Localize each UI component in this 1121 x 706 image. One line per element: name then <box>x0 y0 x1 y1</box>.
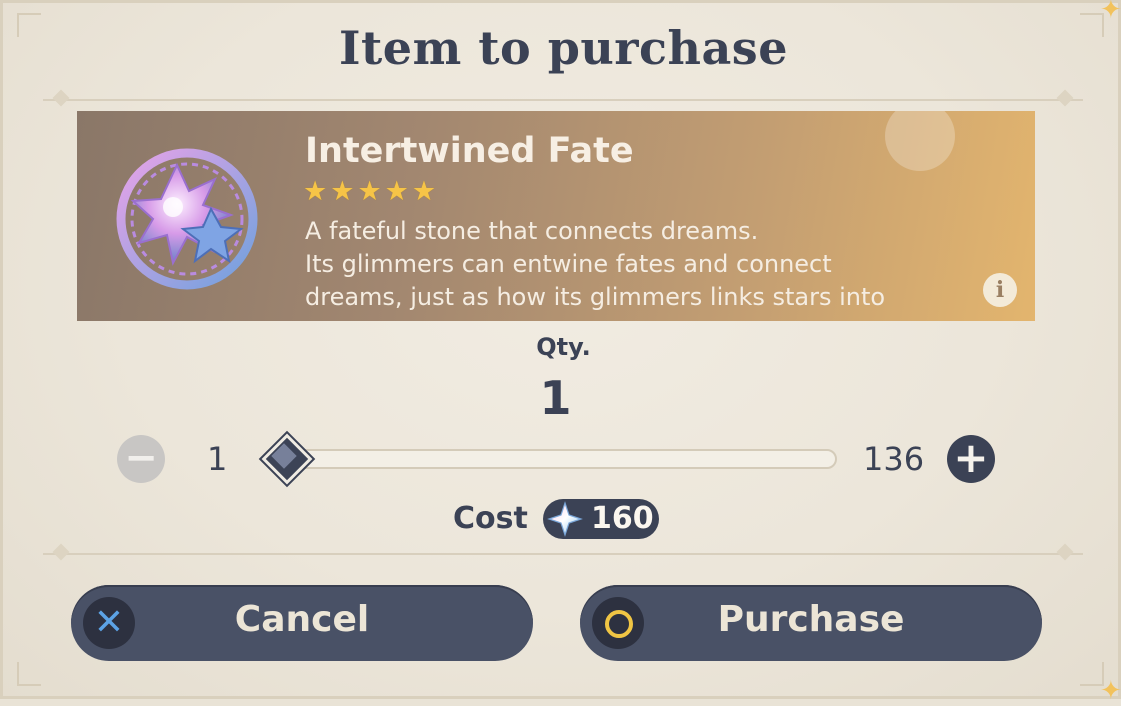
purchase-dialog: ✦ ✦ Item to purchase Intertwined Fate ★ … <box>0 0 1121 706</box>
cost-label: Cost <box>453 501 528 536</box>
description-line: Its glimmers can entwine fates and conne… <box>305 250 832 278</box>
star-icon: ★ <box>303 176 328 207</box>
info-icon[interactable]: i <box>983 273 1017 307</box>
star-icon: ★ <box>357 176 382 207</box>
cost-value: 160 <box>591 501 654 536</box>
dialog-title: Item to purchase <box>339 21 788 75</box>
quantity-label: Qty. <box>536 333 591 361</box>
quantity-max: 136 <box>863 440 925 478</box>
purchase-button-label: Purchase <box>717 599 905 640</box>
rarity-stars: ★ ★ ★ ★ ★ <box>303 177 436 207</box>
item-banner: Intertwined Fate ★ ★ ★ ★ ★ A fateful sto… <box>77 111 1035 321</box>
quantity-min: 1 <box>207 440 228 478</box>
star-icon: ★ <box>384 176 409 207</box>
top-divider <box>43 89 1083 107</box>
purchase-button[interactable]: Purchase <box>580 585 1042 661</box>
quantity-value: 1 <box>539 371 572 425</box>
cancel-button-label: Cancel <box>234 599 370 640</box>
increase-quantity-button[interactable]: + <box>947 435 995 483</box>
star-icon: ★ <box>330 176 355 207</box>
description-line: A fateful stone that connects dreams. <box>305 217 759 245</box>
item-description: A fateful stone that connects dreams. It… <box>305 215 995 314</box>
description-line: dreams, just as how its glimmers links s… <box>305 283 886 311</box>
decrease-quantity-button[interactable]: − <box>117 435 165 483</box>
sparkle-icon: ✦ <box>1100 676 1121 706</box>
cost-badge: 160 <box>543 499 659 539</box>
quantity-slider-track[interactable] <box>285 449 837 469</box>
star-icon: ★ <box>411 176 437 207</box>
primogem-icon <box>547 501 583 537</box>
intertwined-fate-icon <box>116 148 258 290</box>
cancel-button[interactable]: ✕ Cancel <box>71 585 533 661</box>
item-name: Intertwined Fate <box>305 131 634 171</box>
frame-corner <box>17 662 41 686</box>
bottom-divider <box>43 543 1083 561</box>
